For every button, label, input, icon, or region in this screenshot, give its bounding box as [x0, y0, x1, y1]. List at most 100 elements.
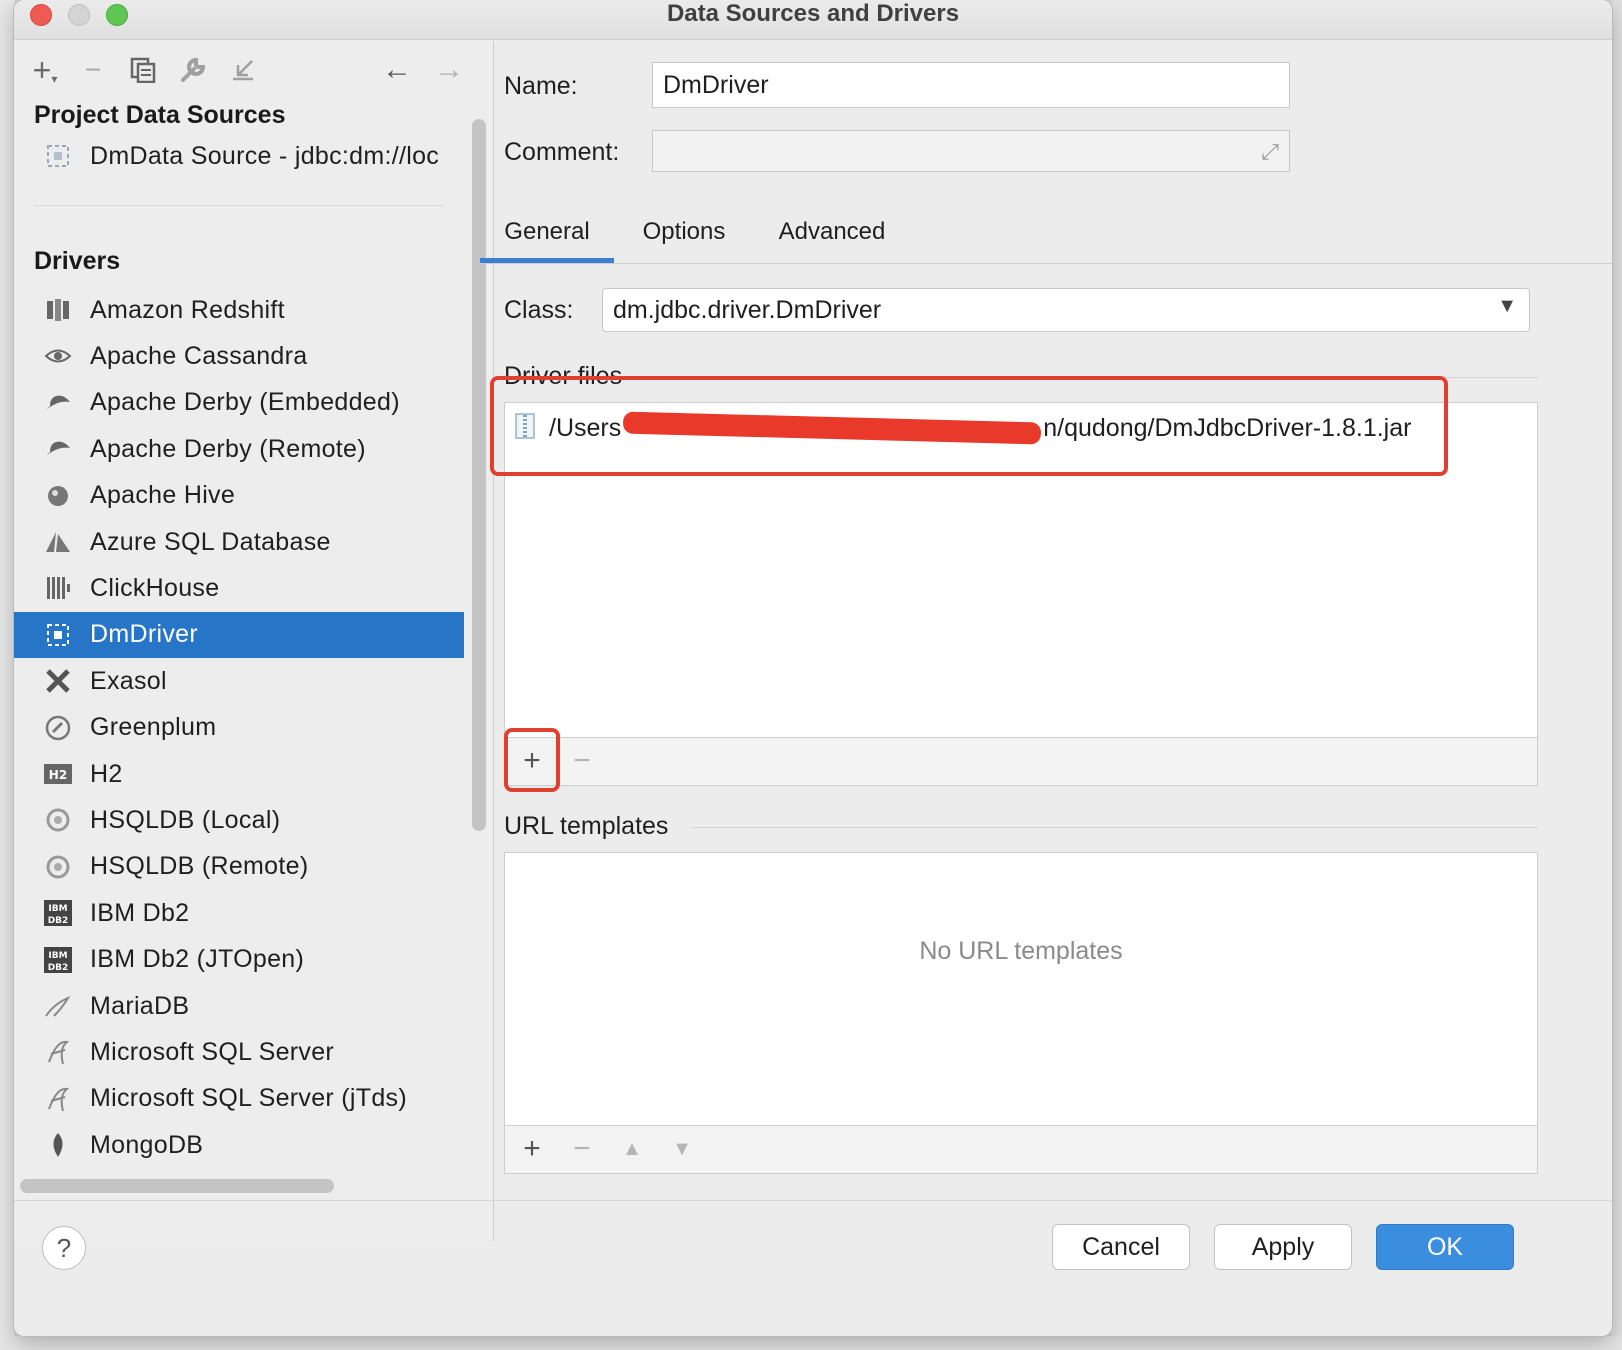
dm-icon	[42, 140, 74, 172]
driver-item-microsoft-sql-server-jtds[interactable]: Microsoft SQL Server (jTds)	[14, 1076, 464, 1122]
sidebar-horizontal-scrollbar[interactable]	[20, 1179, 334, 1193]
driver-item-label: Microsoft SQL Server	[90, 1037, 335, 1066]
url-templates-title: URL templates	[504, 812, 669, 840]
driver-item-apache-derby-remote[interactable]: Apache Derby (Remote)	[14, 426, 464, 472]
driver-item-label: ClickHouse	[90, 573, 220, 602]
driver-item-greenplum[interactable]: Greenplum	[14, 705, 464, 751]
project-data-sources-title: Project Data Sources	[34, 101, 286, 129]
driver-item-h2[interactable]: H2 H2	[14, 751, 464, 797]
window-title: Data Sources and Drivers	[666, 0, 960, 27]
driver-item-exasol[interactable]: Exasol	[14, 658, 464, 704]
class-label: Class:	[504, 296, 574, 324]
import-icon[interactable]	[226, 53, 260, 87]
forward-arrow-icon[interactable]: →	[432, 53, 466, 87]
apply-button[interactable]: Apply	[1214, 1224, 1352, 1270]
back-arrow-icon[interactable]: ←	[380, 53, 414, 87]
hsqldb-icon	[42, 804, 74, 836]
driver-item-label: Greenplum	[90, 713, 217, 742]
name-input[interactable]: DmDriver	[652, 62, 1290, 108]
exasol-x-icon	[42, 665, 74, 697]
svg-text:IBM: IBM	[48, 904, 67, 914]
url-templates-toolbar: + − ▲ ▼	[504, 1126, 1538, 1174]
tab-options[interactable]: Options	[626, 200, 742, 264]
svg-text:DB2: DB2	[48, 916, 69, 926]
hive-icon	[42, 480, 74, 512]
project-source-label: DmData Source - jdbc:dm://loc	[90, 141, 440, 170]
background-app-bottom	[0, 1336, 1622, 1350]
driver-item-label: Apache Derby (Remote)	[90, 434, 366, 463]
background-app-left	[0, 0, 14, 1350]
comment-input[interactable]: ⤢	[652, 130, 1290, 172]
cassandra-eye-icon	[42, 340, 74, 372]
add-url-template-button[interactable]: +	[515, 1132, 549, 1166]
driver-item-label: Amazon Redshift	[90, 295, 285, 324]
driver-item-hsqldb-remote[interactable]: HSQLDB (Remote)	[14, 844, 464, 890]
driver-item-apache-hive[interactable]: Apache Hive	[14, 473, 464, 519]
remove-icon[interactable]: −	[76, 53, 110, 87]
background-app-right	[1612, 0, 1622, 1350]
chevron-down-icon[interactable]: ▼	[1497, 295, 1517, 318]
driver-item-label: DmDriver	[90, 620, 198, 649]
driver-item-clickhouse[interactable]: ClickHouse	[14, 565, 464, 611]
driver-files-toolbar: + −	[504, 738, 1538, 786]
ibm-db2-icon: IBM DB2	[42, 897, 74, 929]
azure-icon	[42, 526, 74, 558]
driver-item-hsqldb-local[interactable]: HSQLDB (Local)	[14, 797, 464, 843]
move-down-button[interactable]: ▼	[665, 1132, 699, 1166]
remove-url-template-button[interactable]: −	[565, 1132, 599, 1166]
driver-item-label: Apache Hive	[90, 481, 236, 510]
driver-item-label: HSQLDB (Remote)	[90, 852, 309, 881]
help-button[interactable]: ?	[42, 1226, 86, 1270]
driver-item-azure-sql-database[interactable]: Azure SQL Database	[14, 519, 464, 565]
tabs-divider	[480, 263, 1612, 264]
footer-divider	[14, 1200, 1612, 1201]
driver-item-label: Apache Cassandra	[90, 341, 308, 370]
svg-text:DB2: DB2	[48, 963, 69, 973]
class-select[interactable]: dm.jdbc.driver.DmDriver ▼	[602, 288, 1530, 332]
driver-item-ibm-db2-jtopen[interactable]: IBM DB2 IBM Db2 (JTOpen)	[14, 937, 464, 983]
mariadb-seal-icon	[42, 990, 74, 1022]
driver-item-label: Exasol	[90, 666, 167, 695]
wrench-icon[interactable]	[176, 53, 210, 87]
duplicate-icon[interactable]	[126, 53, 160, 87]
driver-item-microsoft-sql-server[interactable]: Microsoft SQL Server	[14, 1029, 464, 1075]
driver-item-label: H2	[90, 759, 123, 788]
annotation-highlight-add-button	[504, 728, 560, 792]
dm-icon	[42, 619, 74, 651]
driver-item-label: MongoDB	[90, 1130, 204, 1159]
annotation-highlight-driver-file	[490, 376, 1448, 476]
tab-advanced[interactable]: Advanced	[762, 200, 902, 264]
driver-item-label: HSQLDB (Local)	[90, 805, 281, 834]
remove-driver-file-button[interactable]: −	[565, 744, 599, 778]
driver-item-label: Azure SQL Database	[90, 527, 331, 556]
active-tab-indicator	[480, 258, 614, 263]
driver-item-apache-derby-embedded[interactable]: Apache Derby (Embedded)	[14, 380, 464, 426]
clickhouse-icon	[42, 572, 74, 604]
derby-hat-icon	[42, 387, 74, 419]
data-sources-dialog: Data Sources and Drivers + ▾ − ← → Projec…	[14, 0, 1612, 1336]
driver-item-label: IBM Db2 (JTOpen)	[90, 945, 305, 974]
project-source-item[interactable]: DmData Source - jdbc:dm://loc	[14, 133, 454, 179]
add-icon[interactable]: + ▾	[28, 53, 62, 87]
driver-item-mongodb[interactable]: MongoDB	[14, 1122, 464, 1168]
h2-icon: H2	[42, 758, 74, 790]
driver-item-apache-cassandra[interactable]: Apache Cassandra	[14, 333, 464, 379]
svg-text:H2: H2	[49, 768, 67, 782]
driver-item-label: Microsoft SQL Server (jTds)	[90, 1084, 407, 1113]
mongodb-leaf-icon	[42, 1129, 74, 1161]
greenplum-icon	[42, 712, 74, 744]
driver-item-mariadb[interactable]: MariaDB	[14, 983, 464, 1029]
driver-item-dmdriver[interactable]: DmDriver	[14, 611, 464, 658]
driver-item-label: IBM Db2	[90, 898, 190, 927]
move-up-button[interactable]: ▲	[615, 1132, 649, 1166]
driver-item-ibm-db2[interactable]: IBM DB2 IBM Db2	[14, 890, 464, 936]
ibm-db2-icon: IBM DB2	[42, 944, 74, 976]
ok-button[interactable]: OK	[1376, 1224, 1514, 1270]
driver-item-label: Apache Derby (Embedded)	[90, 388, 400, 417]
expand-icon[interactable]: ⤢	[1261, 139, 1279, 165]
class-value: dm.jdbc.driver.DmDriver	[613, 295, 882, 324]
driver-item-label: MariaDB	[90, 991, 190, 1020]
driver-item-amazon-redshift[interactable]: Amazon Redshift	[14, 287, 464, 333]
cancel-button[interactable]: Cancel	[1052, 1224, 1190, 1270]
tab-general[interactable]: General	[480, 200, 614, 264]
